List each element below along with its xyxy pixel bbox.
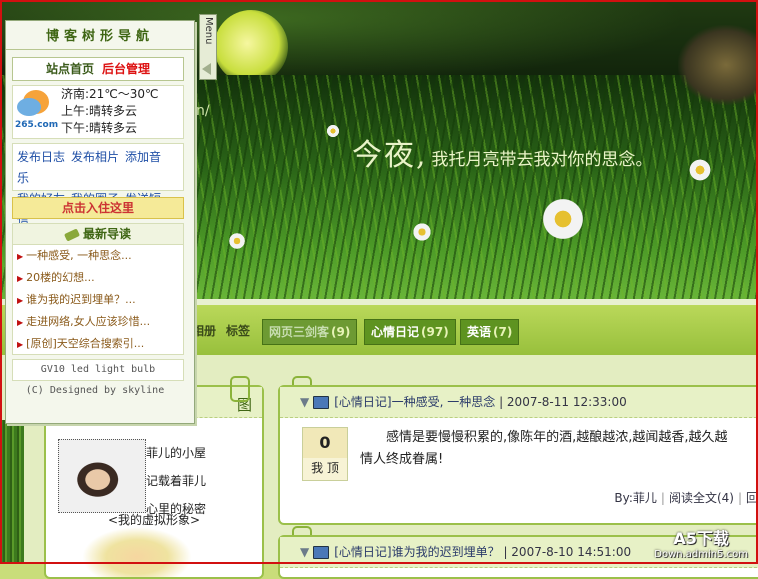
excerpt-line: 感情是要慢慢积累的,像陈年的酒,越酿越浓,越闻越香,越久越 [386,430,728,445]
list-item[interactable]: ▶ 20楼的幻想... [17,267,183,289]
daisy-flower [326,124,340,138]
pen-icon [63,227,81,242]
daisy-flower [412,222,432,242]
post-card: ▼ [心情日记]一种感受, 一种思念 | 2007-8-11 12:33:00 0… [278,385,758,525]
arrow-icon: ▶ [17,318,24,327]
nav-tab-count: (97) [421,325,449,339]
post-title[interactable]: [心情日记]一种感受, 一种思念 [334,395,495,409]
cloud-shape [17,98,41,116]
vote-button[interactable]: 我 顶 [303,458,347,478]
list-item-label: 谁为我的迟到埋单？... [26,293,136,306]
book-icon [313,546,330,559]
caption-small: 我托月亮带去我对你的思念。 [431,150,653,170]
panel-title: 博客树形导航 [6,25,194,50]
read-more-link[interactable]: 阅读全文(4) [669,491,734,505]
nav-tab-label: 英语 [467,325,492,339]
caption-big: 今夜, [352,138,428,173]
nav-tab-count: (9) [331,325,351,339]
tree-graphic [678,25,758,105]
menu-label: Menu [203,17,214,45]
weather-text: 济南:21℃～30℃ 上午:晴转多云 下午:晴转多云 [61,86,159,137]
quick-link-post-photo[interactable]: 发布相片 [71,150,119,164]
watermark-site: Down.admin5.com [654,549,748,560]
vote-box[interactable]: 0 我 顶 [302,427,348,481]
daisy-flower [228,232,246,250]
post-author: By:菲儿 [614,491,657,505]
post-date: 2007-8-10 14:51:00 [511,545,632,559]
chevron-left-icon [202,63,211,75]
vote-count: 0 [303,428,347,458]
quick-links: 发布日志发布相片添加音乐 我的好友我的圈子发送短信 [12,143,184,227]
profile-line: 记载着菲儿 [146,474,207,488]
avatar-caption: <我的虚拟形象> [108,513,201,527]
post-title[interactable]: [心情日记]谁为我的迟到埋单？ [334,545,499,559]
post-date: 2007-8-11 12:33:00 [506,395,627,409]
left-grass-strip [0,420,24,564]
list-item[interactable]: ▶ 走进网络,女人应该珍惜... [17,311,183,333]
copyright: (C) Designed by skyline [25,385,165,396]
collapse-icon[interactable]: ▼ [300,395,309,409]
site-home-link[interactable]: 站点首页 [46,62,94,76]
quick-link-post-log[interactable]: 发布日志 [17,150,65,164]
arrow-icon: ▶ [17,340,24,349]
nav-tab-label: 网页三剑客 [269,325,330,339]
version-label: GV10 led light bulb [12,359,184,381]
nav-tab-label: 心情日记 [371,325,420,339]
banner-caption: 今夜, 我托月亮带去我对你的思念。 [352,130,653,174]
daisy-flower [688,158,712,182]
move-in-button[interactable]: 点击入住这里 [12,197,184,219]
top-links: 站点首页 后台管理 [12,57,184,81]
arrow-icon: ▶ [17,252,24,261]
moon-graphic [214,10,288,84]
binder-clip [230,376,250,402]
list-item[interactable]: ▶ 谁为我的迟到埋单？... [17,289,183,311]
latest-items: ▶ 一种感受, 一种思念... ▶ 20楼的幻想... ▶ 谁为我的迟到埋单？... … [13,245,183,355]
nav-tab-count: (7) [493,325,513,339]
nav-tab-tags[interactable]: 标签 [220,319,256,343]
list-item[interactable]: ▶ 一种感受, 一种思念... [17,245,183,267]
list-item-label: [原创]天空综合搜索引... [26,337,145,350]
latest-header: 最新导读 [13,224,183,245]
weather-morning: 上午:晴转多云 [61,104,138,118]
profile-line: 菲儿的小屋 [146,446,207,460]
book-icon [313,396,330,409]
weather-widget: 265.com 济南:21℃～30℃ 上午:晴转多云 下午:晴转多云 [12,85,184,139]
nav-tab-english[interactable]: 英语 (7) [460,319,520,345]
arrow-icon: ▶ [17,274,24,283]
weather-logo: 265.com [15,120,59,130]
nav-tab-label: 相册 [192,324,217,338]
watermark-brand: A5下载 [673,529,729,548]
weather-city-temp: 济南:21℃～30℃ [61,87,159,101]
latest-title: 最新导读 [82,227,131,241]
latest-list: 最新导读 ▶ 一种感受, 一种思念... ▶ 20楼的幻想... ▶ 谁为我的迟到埋单… [12,223,184,355]
tree-nav-panel: 博客树形导航 站点首页 后台管理 265.com 济南:21℃～30℃ 上午:晴转… [5,20,195,424]
separator: | [499,395,507,409]
list-item-label: 一种感受, 一种思念... [26,249,132,262]
collapse-icon[interactable]: ▼ [300,545,309,559]
admin-link[interactable]: 后台管理 [102,62,150,76]
post-footer: By:菲儿 | 阅读全文(4) | 回 [614,489,758,506]
arrow-icon: ▶ [17,296,24,305]
post-header: ▼ [心情日记]一种感受, 一种思念 | 2007-8-11 12:33:00 [280,387,758,418]
list-item-label: 走进网络,女人应该珍惜... [26,315,151,328]
watermark: A5下载 Down.admin5.com [654,525,748,560]
menu-toggle[interactable]: Menu [199,14,217,80]
reply-link[interactable]: 回 [746,491,758,505]
list-item-label: 20楼的幻想... [26,271,95,284]
nav-tab-label: 标签 [226,324,251,338]
weather-icon: 265.com [15,90,59,134]
post-excerpt: 感情是要慢慢积累的,像陈年的酒,越酿越浓,越闻越香,越久越 情人终成眷属! [360,427,758,471]
url-fragment: n/ [196,103,210,119]
weather-afternoon: 下午:晴转多云 [61,121,138,135]
daisy-flower [540,196,586,242]
nav-tab-mood-diary[interactable]: 心情日记 (97) [364,319,456,345]
separator: | [660,491,665,505]
separator: | [737,491,742,505]
avatar[interactable] [58,439,146,513]
excerpt-line: 情人终成眷属! [360,452,444,467]
profile-decoration [82,527,192,577]
nav-tab-web-tools[interactable]: 网页三剑客 (9) [262,319,358,345]
list-item[interactable]: ▶ [原创]天空综合搜索引... [17,333,183,355]
